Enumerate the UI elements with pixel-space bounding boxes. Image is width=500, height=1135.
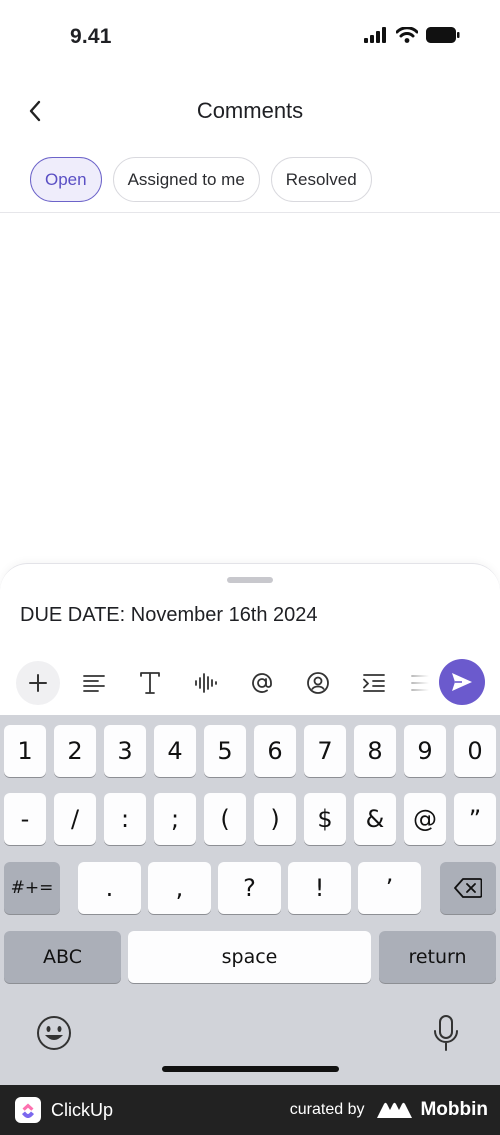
assign-icon: [307, 672, 329, 694]
key-colon[interactable]: :: [104, 793, 146, 845]
curated-by-label: curated by: [289, 1101, 365, 1118]
key-hyphen[interactable]: -: [4, 793, 46, 845]
key-period[interactable]: .: [78, 862, 141, 914]
add-attachment-button[interactable]: [16, 661, 60, 705]
mobbin-credit: curated by Mobbin: [290, 1099, 488, 1121]
key-6[interactable]: 6: [254, 725, 296, 777]
key-at[interactable]: @: [404, 793, 446, 845]
header-divider: [0, 212, 500, 213]
key-4[interactable]: 4: [154, 725, 196, 777]
emoji-icon: [37, 1016, 71, 1050]
key-slash[interactable]: /: [54, 793, 96, 845]
align-button[interactable]: [72, 661, 116, 705]
backspace-icon: [454, 878, 482, 898]
clickup-logo: [15, 1097, 41, 1123]
key-7[interactable]: 7: [304, 725, 346, 777]
footer-bar: ClickUp curated by Mobbin: [0, 1085, 500, 1135]
key-question[interactable]: ?: [218, 862, 281, 914]
sheet-grabber[interactable]: [227, 577, 273, 583]
key-space[interactable]: space: [128, 931, 371, 983]
send-button[interactable]: [439, 659, 485, 705]
wifi-icon: [396, 27, 418, 43]
dictation-button[interactable]: [426, 1011, 466, 1055]
page-title: Comments: [196, 98, 304, 123]
key-9[interactable]: 9: [404, 725, 446, 777]
voice-button[interactable]: [184, 661, 228, 705]
filter-chip-open[interactable]: Open: [30, 157, 102, 202]
assign-button[interactable]: [296, 661, 340, 705]
send-icon: [452, 673, 472, 691]
key-close-paren[interactable]: ): [254, 793, 296, 845]
toolbar-fade: [408, 659, 438, 709]
mobbin-logo-icon: [377, 1102, 413, 1118]
key-comma[interactable]: ,: [148, 862, 211, 914]
status-time: 9.41: [70, 25, 112, 48]
align-icon: [83, 675, 105, 692]
key-3[interactable]: 3: [104, 725, 146, 777]
key-exclamation[interactable]: !: [288, 862, 351, 914]
app-name: ClickUp: [51, 1099, 114, 1120]
microphone-icon: [434, 1015, 458, 1051]
voice-icon: [195, 673, 217, 693]
key-open-paren[interactable]: (: [204, 793, 246, 845]
signal-icon: [364, 27, 386, 43]
comment-input[interactable]: DUE DATE: November 16th 2024: [20, 604, 318, 627]
key-delete[interactable]: [440, 862, 496, 914]
mobbin-brand: Mobbin: [376, 1099, 488, 1121]
key-more-symbols[interactable]: #+=: [4, 862, 60, 914]
comment-composer: DUE DATE: November 16th 2024: [0, 563, 500, 715]
composer-toolbar: [0, 659, 500, 709]
status-icons: [364, 27, 460, 43]
key-semicolon[interactable]: ;: [154, 793, 196, 845]
app-branding: ClickUp: [15, 1097, 113, 1123]
indent-button[interactable]: [352, 661, 396, 705]
filter-chip-resolved[interactable]: Resolved: [270, 157, 372, 202]
filter-chip-assigned-to-me[interactable]: Assigned to me: [112, 157, 260, 202]
mention-icon: [252, 673, 272, 693]
key-5[interactable]: 5: [204, 725, 246, 777]
indent-icon: [363, 674, 385, 692]
key-quote[interactable]: ”: [454, 793, 496, 845]
key-8[interactable]: 8: [354, 725, 396, 777]
clickup-icon: [22, 1103, 34, 1118]
plus-icon: [29, 674, 47, 692]
key-dollar[interactable]: $: [304, 793, 346, 845]
key-abc[interactable]: ABC: [4, 931, 121, 983]
key-ampersand[interactable]: &: [354, 793, 396, 845]
key-return[interactable]: return: [379, 931, 496, 983]
key-apostrophe[interactable]: ’: [358, 862, 421, 914]
mobbin-label: Mobbin: [420, 1099, 488, 1120]
text-format-icon: [140, 672, 160, 694]
emoji-button[interactable]: [34, 1013, 74, 1053]
filter-chips: Open Assigned to me Resolved: [30, 157, 372, 202]
key-1[interactable]: 1: [4, 725, 46, 777]
key-2[interactable]: 2: [54, 725, 96, 777]
battery-icon: [426, 27, 460, 43]
key-0[interactable]: 0: [454, 725, 496, 777]
status-bar: 9.41: [0, 0, 500, 72]
mention-button[interactable]: [240, 661, 284, 705]
text-format-button[interactable]: [128, 661, 172, 705]
keyboard: 1 2 3 4 5 6 7 8 9 0 - / : ; ( ) $ & @ ” …: [0, 715, 500, 1085]
home-indicator: [162, 1066, 339, 1072]
header: Comments: [0, 86, 500, 136]
